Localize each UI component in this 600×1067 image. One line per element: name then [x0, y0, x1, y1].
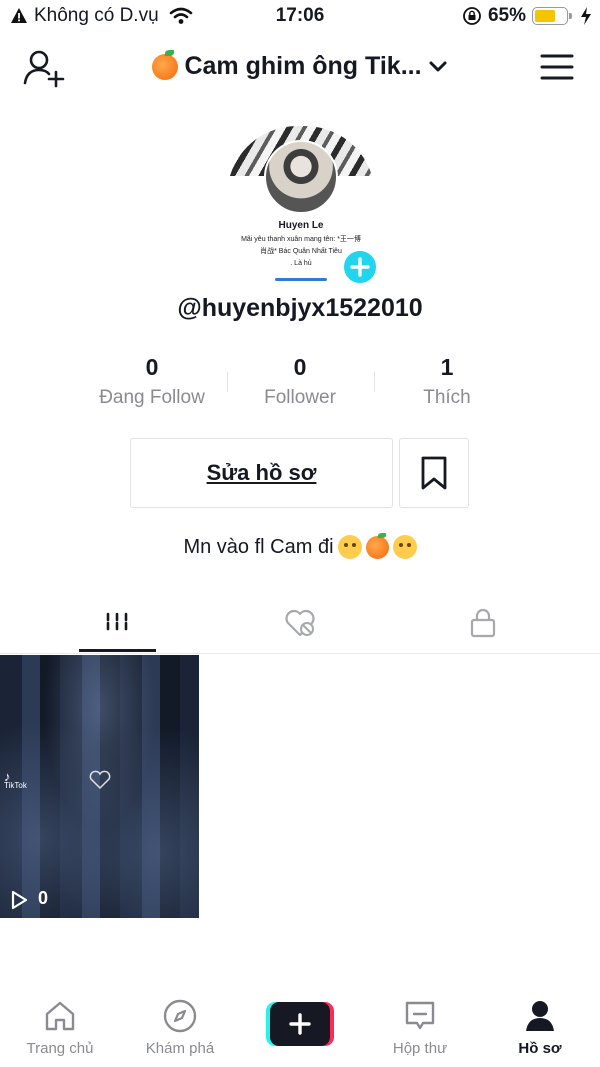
- menu-icon: [540, 54, 574, 80]
- stat-following[interactable]: 0 Đang Follow: [72, 354, 232, 409]
- chevron-down-icon: [429, 61, 447, 71]
- plus-icon: [350, 257, 370, 277]
- home-icon: [45, 1001, 75, 1031]
- stat-likes[interactable]: 1 Thích: [367, 354, 527, 409]
- username: @huyenbjyx1522010: [177, 294, 423, 322]
- bio-text: Mn vào fl Cam đi: [183, 535, 334, 558]
- nav-label: Trang chủ: [26, 1040, 94, 1057]
- nav-label: Hồ sơ: [518, 1040, 562, 1057]
- stat-value: 0: [293, 354, 307, 380]
- bookmark-button[interactable]: [399, 438, 469, 508]
- plus-icon: [289, 1013, 311, 1035]
- orange-emoji-icon: [152, 49, 179, 80]
- stat-value: 0: [145, 354, 159, 380]
- play-icon: [11, 890, 28, 910]
- profile-header: Cam ghim ông Tik...: [0, 40, 600, 96]
- profile-icon: [526, 1001, 554, 1031]
- menu-button[interactable]: [540, 52, 574, 82]
- account-switcher[interactable]: Cam ghim ông Tik...: [0, 49, 600, 81]
- nav-inbox[interactable]: Hộp thư: [360, 998, 480, 1057]
- avatar-card-bio-line1: Mãi yêu thanh xuân mang tên: *王一博: [241, 236, 361, 243]
- disappointed-face-icon: [337, 535, 362, 559]
- create-video-button[interactable]: [266, 1002, 334, 1046]
- nav-label: Khám phá: [145, 1040, 215, 1057]
- edit-profile-button[interactable]: Sửa hồ sơ: [130, 438, 393, 508]
- avatar-photo: [264, 140, 338, 214]
- stat-label: Thích: [423, 387, 471, 408]
- active-tab-indicator: [79, 649, 156, 652]
- stat-value: 1: [440, 354, 454, 380]
- orange-emoji-icon: [365, 532, 389, 559]
- grid-icon: [106, 612, 128, 634]
- battery-percent: 65%: [487, 5, 526, 26]
- bottom-nav: Trang chủ Khám phá Hộp thư Hồ sơ: [0, 990, 600, 1067]
- tiktok-note-icon: ♪: [4, 769, 11, 784]
- status-bar: Không có D.vụ 17:06 65%: [0, 0, 600, 34]
- tab-private[interactable]: [383, 594, 583, 652]
- hidden-heart-icon: [285, 609, 315, 637]
- profile-bio: Mn vào fl Cam đi: [0, 532, 600, 559]
- heart-outline-icon: [89, 770, 111, 790]
- nav-home[interactable]: Trang chủ: [0, 998, 120, 1057]
- battery-level: [535, 10, 555, 22]
- account-name: Cam ghim ông Tik...: [184, 52, 422, 80]
- nav-discover[interactable]: Khám phá: [120, 998, 240, 1057]
- avatar-card-name: Huyen Le: [278, 220, 324, 231]
- content-tabs: [0, 594, 600, 654]
- lock-icon: [470, 608, 496, 638]
- nav-profile[interactable]: Hồ sơ: [480, 998, 600, 1057]
- charging-bolt-icon: [581, 7, 591, 25]
- status-right: 65%: [462, 5, 592, 27]
- watermark-text: TikTok: [4, 781, 27, 790]
- stat-label: Follower: [264, 387, 336, 408]
- profile-stats: 0 Đang Follow 0 Follower 1 Thích: [0, 354, 600, 414]
- tab-videos[interactable]: [17, 594, 217, 652]
- bookmark-icon: [421, 456, 447, 490]
- view-count: 0: [38, 888, 49, 908]
- stat-followers[interactable]: 0 Follower: [220, 354, 380, 409]
- video-thumbnail[interactable]: ♪ TikTok 0: [0, 655, 199, 918]
- profile-avatar[interactable]: Huyen Le Mãi yêu thanh xuân mang tên: *王…: [227, 126, 379, 286]
- tab-liked[interactable]: [200, 594, 400, 652]
- compass-icon: [163, 999, 197, 1033]
- stat-label: Đang Follow: [99, 387, 205, 408]
- rotation-lock-icon: [463, 7, 481, 25]
- add-avatar-button[interactable]: [341, 248, 379, 286]
- inbox-icon: [405, 1001, 435, 1030]
- tiktok-watermark: ♪ TikTok: [4, 769, 27, 790]
- avatar-underline: [275, 278, 327, 281]
- battery-icon: [532, 6, 574, 26]
- nav-label: Hộp thư: [392, 1040, 448, 1057]
- pleading-face-icon: [392, 535, 417, 559]
